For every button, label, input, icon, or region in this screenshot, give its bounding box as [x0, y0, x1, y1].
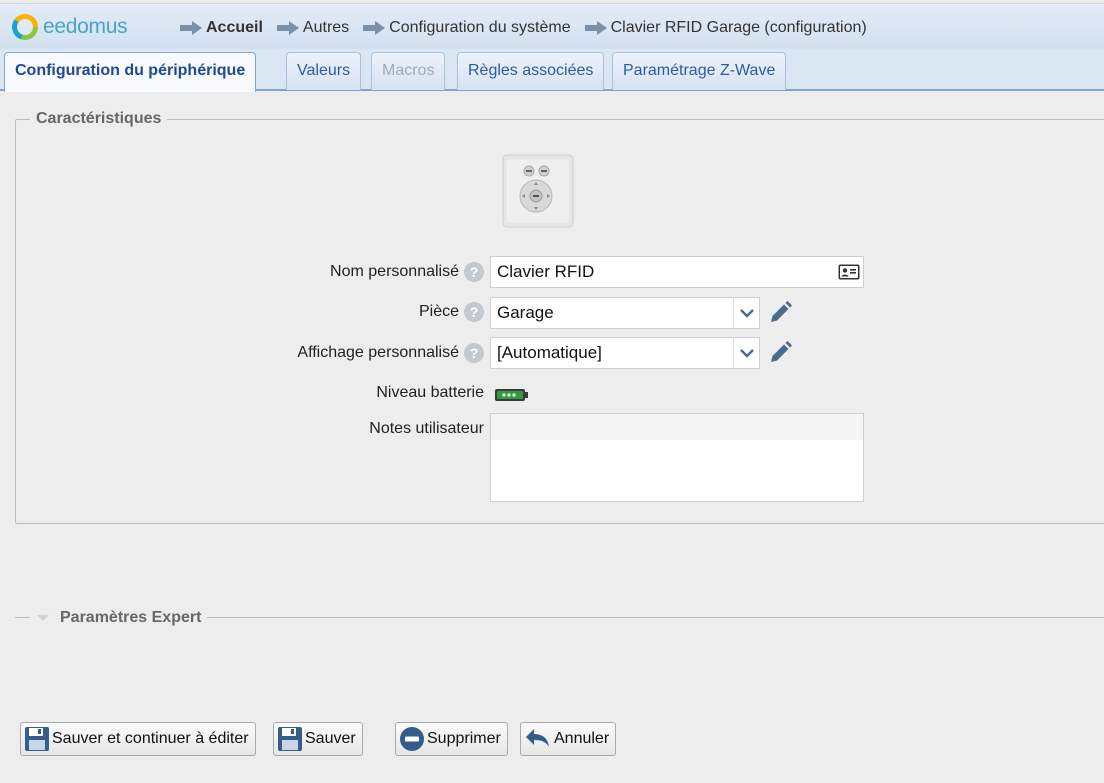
chevron-down-icon: [739, 349, 754, 358]
notes-textarea[interactable]: [490, 413, 864, 502]
logo-ring-icon: [12, 14, 38, 40]
help-icon[interactable]: ?: [464, 343, 484, 363]
save-and-continue-button[interactable]: Sauver et continuer à éditer: [20, 722, 256, 756]
minus-circle-icon: [400, 727, 424, 751]
battery-icon: [495, 389, 528, 401]
breadcrumb-current-page: Clavier RFID Garage (configuration): [584, 19, 867, 37]
room-label: Pièce: [418, 303, 459, 321]
display-select[interactable]: [Automatique]: [490, 337, 760, 369]
chevron-down-icon: [739, 309, 754, 318]
expert-legend: Paramètres Expert: [60, 609, 202, 626]
room-select-toggle[interactable]: [733, 298, 759, 328]
cancel-button[interactable]: Annuler: [520, 722, 617, 756]
eedomus-logo[interactable]: eedomus: [12, 13, 128, 41]
edit-room-pencil-icon[interactable]: [767, 300, 793, 326]
display-select-toggle[interactable]: [733, 338, 759, 368]
tab-bar: Configuration du périphérique Valeurs Ma…: [0, 49, 1104, 92]
arrow-right-icon: [363, 21, 386, 35]
arrow-right-icon: [180, 21, 202, 35]
floppy-disk-icon: [278, 727, 302, 751]
help-icon[interactable]: ?: [464, 302, 484, 322]
tab-values[interactable]: Valeurs: [286, 52, 362, 90]
tab-associated-rules[interactable]: Règles associées: [457, 52, 605, 90]
expert-section-toggle[interactable]: Paramètres Expert: [30, 609, 208, 627]
rfid-keypad-device-icon: [502, 154, 574, 228]
notes-label: Notes utilisateur: [369, 420, 484, 437]
battery-label-row: Niveau batterie: [16, 384, 484, 408]
notes-label-row: Notes utilisateur: [16, 418, 484, 442]
tab-macros: Macros: [371, 52, 446, 90]
brand-name: eedomus: [43, 15, 128, 38]
characteristics-legend: Caractéristiques: [30, 110, 168, 128]
edit-display-pencil-icon[interactable]: [767, 340, 793, 366]
arrow-right-icon: [584, 21, 607, 35]
save-button[interactable]: Sauver: [273, 722, 363, 756]
characteristics-fieldset: Caractéristiques Nom personnalisé? Clavi…: [15, 110, 1104, 524]
room-label-row: Pièce?: [16, 298, 484, 330]
display-label: Affichage personnalisé: [297, 344, 459, 362]
tab-device-configuration[interactable]: Configuration du périphérique: [4, 52, 257, 92]
top-header: eedomus Accueil Autres Configuration du …: [0, 3, 1104, 49]
name-input[interactable]: Clavier RFID: [490, 256, 864, 288]
breadcrumb-system-config[interactable]: Configuration du système: [363, 19, 571, 37]
display-label-row: Affichage personnalisé?: [16, 339, 484, 371]
undo-arrow-icon: [526, 729, 549, 747]
name-label: Nom personnalisé: [330, 263, 459, 281]
tab-zwave-settings[interactable]: Paramétrage Z-Wave: [612, 52, 787, 90]
help-icon[interactable]: ?: [464, 262, 484, 282]
room-select[interactable]: Garage: [490, 297, 760, 329]
battery-label: Niveau batterie: [376, 384, 484, 401]
breadcrumb: Accueil Autres Configuration du système …: [180, 19, 881, 37]
delete-button[interactable]: Supprimer: [395, 722, 508, 756]
breadcrumb-autres[interactable]: Autres: [276, 19, 349, 37]
floppy-disk-icon: [25, 727, 49, 751]
arrow-right-icon: [276, 21, 299, 35]
name-label-row: Nom personnalisé?: [16, 258, 484, 290]
contact-card-icon[interactable]: [838, 264, 860, 280]
breadcrumb-home[interactable]: Accueil: [180, 19, 263, 37]
triangle-down-icon: [37, 615, 49, 621]
